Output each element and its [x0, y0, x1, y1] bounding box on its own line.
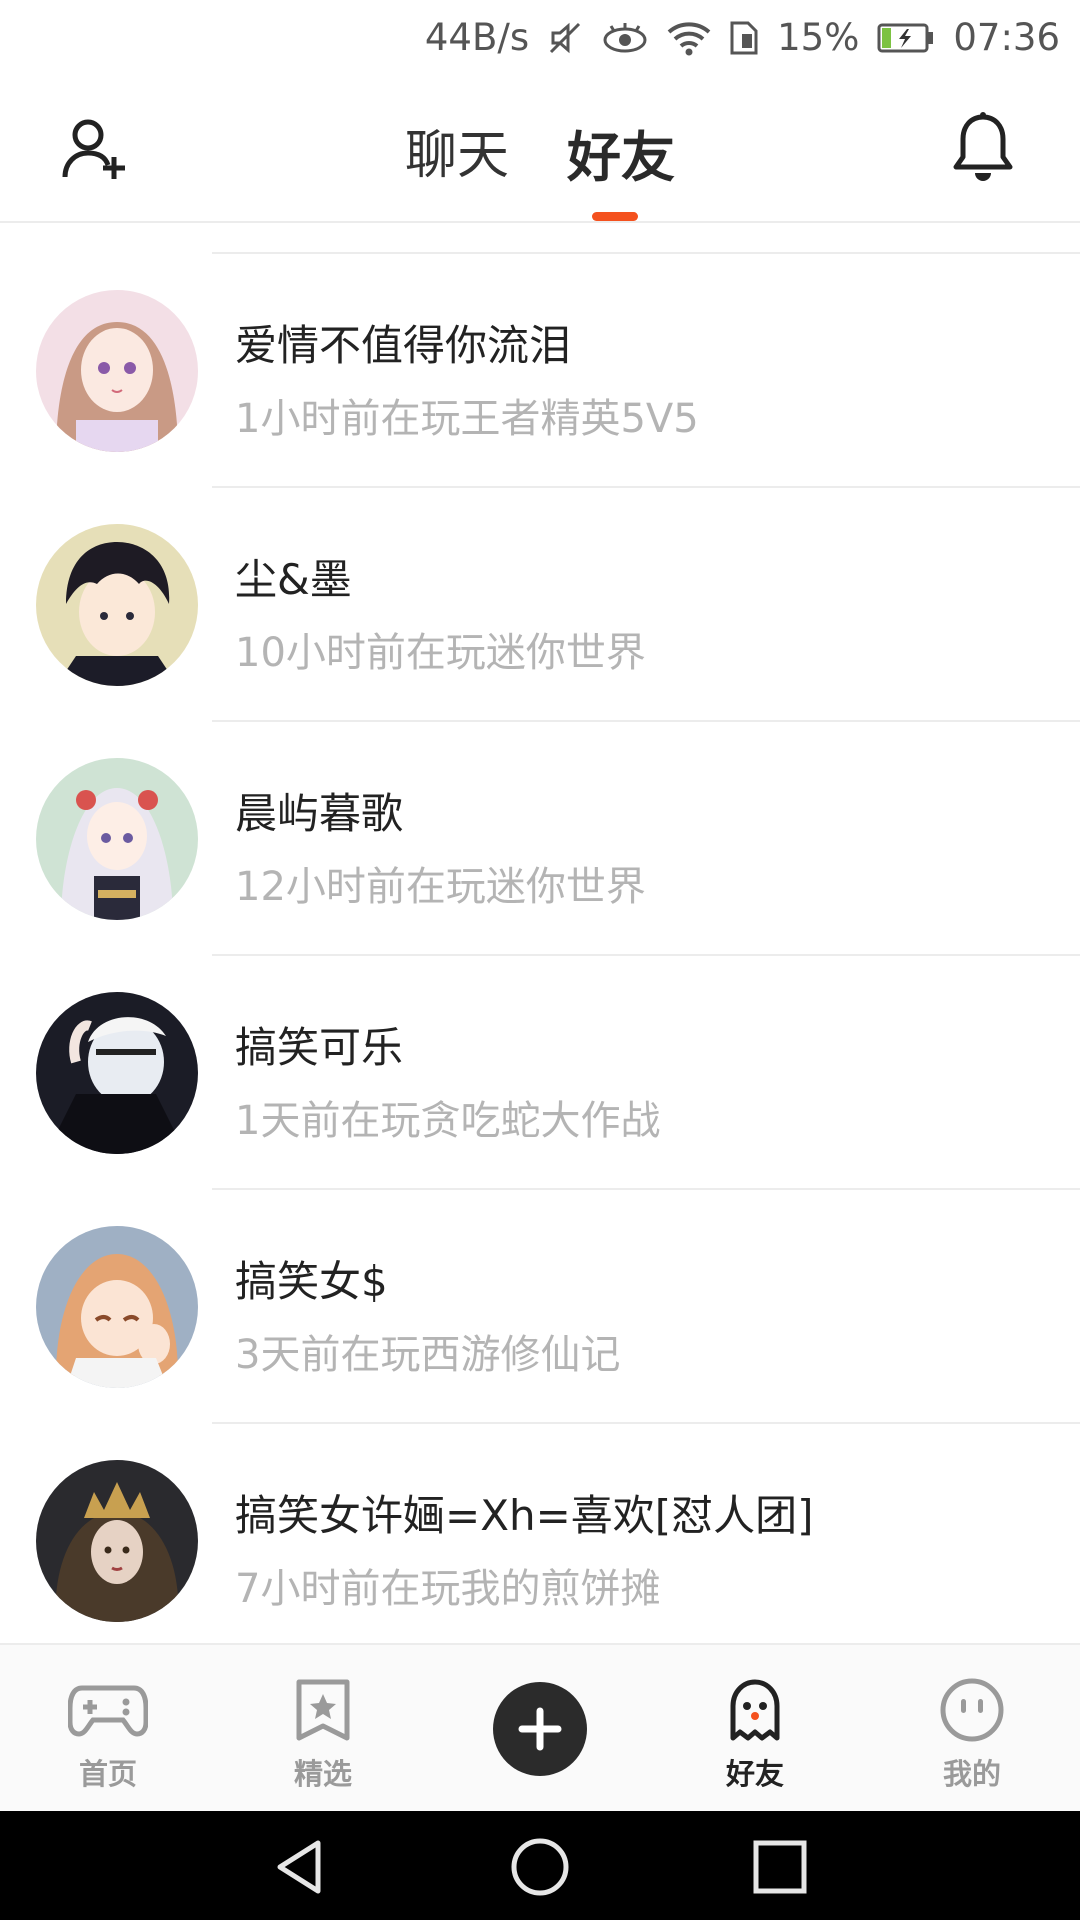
gamepad-icon: [68, 1675, 148, 1745]
tab-friends[interactable]: 好友: [563, 113, 679, 192]
friend-name: 尘&墨: [235, 555, 352, 604]
nav-friends[interactable]: 好友: [685, 1675, 825, 1805]
clock: 07:36: [953, 16, 1060, 59]
nav-home-label: 首页: [78, 1757, 137, 1791]
friend-activity: 1天前在玩贪吃蛇大作战: [235, 1098, 661, 1144]
ghost-icon: [715, 1675, 795, 1745]
wifi-icon: [667, 20, 711, 56]
friend-name: 搞笑女$: [235, 1257, 388, 1306]
face-icon: [932, 1675, 1012, 1745]
friend-name: 搞笑可乐: [235, 1023, 404, 1072]
header-tabs: 聊天 好友: [0, 113, 1080, 192]
list-item[interactable]: 尘&墨 10小时前在玩迷你世界: [0, 488, 1080, 722]
create-plus-button[interactable]: [493, 1682, 587, 1776]
nav-me-label: 我的: [942, 1757, 1001, 1791]
friend-activity: 1小时前在玩王者精英5V5: [235, 396, 699, 442]
friend-activity: 7小时前在玩我的煎饼摊: [235, 1566, 661, 1612]
recents-icon[interactable]: [750, 1837, 810, 1897]
bell-icon[interactable]: [950, 111, 1016, 185]
tab-chat[interactable]: 聊天: [401, 113, 513, 192]
friend-activity: 3天前在玩西游修仙记: [235, 1332, 621, 1378]
list-item[interactable]: 搞笑可乐 1天前在玩贪吃蛇大作战: [0, 956, 1080, 1190]
list-item[interactable]: 爱情不值得你流泪 1小时前在玩王者精英5V5: [0, 254, 1080, 488]
friend-name: 晨屿暮歌: [235, 789, 404, 838]
back-icon[interactable]: [270, 1837, 330, 1897]
home-icon[interactable]: [510, 1837, 570, 1897]
avatar[interactable]: [36, 758, 198, 920]
friend-activity: 12小时前在玩迷你世界: [235, 864, 646, 910]
eye-icon: [601, 20, 649, 56]
network-speed: 44B/s: [424, 16, 530, 59]
nav-featured[interactable]: 精选: [253, 1675, 393, 1805]
status-bar: 44B/s 15% 07:36: [0, 0, 1080, 75]
list-item[interactable]: 晨屿暮歌 12小时前在玩迷你世界: [0, 722, 1080, 956]
list-item[interactable]: 搞笑女$ 3天前在玩西游修仙记: [0, 1190, 1080, 1424]
top-header: 聊天 好友: [0, 75, 1080, 223]
friend-activity: 10小时前在玩迷你世界: [235, 630, 646, 676]
friend-name: 爱情不值得你流泪: [235, 321, 572, 370]
avatar[interactable]: [36, 1226, 198, 1388]
active-tab-indicator: [592, 212, 638, 221]
sim-icon: [729, 20, 759, 56]
bottom-nav: 首页 精选 好友 我的: [0, 1643, 1080, 1811]
list-item[interactable]: 搞笑女许婳=Xh=喜欢[怼人团] 7小时前在玩我的煎饼摊: [0, 1424, 1080, 1644]
avatar[interactable]: [36, 290, 198, 452]
nav-featured-label: 精选: [293, 1757, 352, 1791]
plus-icon: [518, 1707, 562, 1751]
mute-icon: [547, 20, 583, 56]
avatar[interactable]: [36, 1460, 198, 1622]
avatar[interactable]: [36, 992, 198, 1154]
battery-percent: 15%: [777, 16, 860, 59]
nav-me[interactable]: 我的: [902, 1675, 1042, 1805]
system-nav-bar: [0, 1811, 1080, 1920]
nav-home[interactable]: 首页: [38, 1675, 178, 1805]
avatar[interactable]: [36, 524, 198, 686]
star-bookmark-icon: [283, 1675, 363, 1745]
battery-charging-icon: [877, 22, 935, 54]
friend-name: 搞笑女许婳=Xh=喜欢[怼人团]: [235, 1491, 814, 1540]
nav-friends-label: 好友: [726, 1751, 784, 1797]
